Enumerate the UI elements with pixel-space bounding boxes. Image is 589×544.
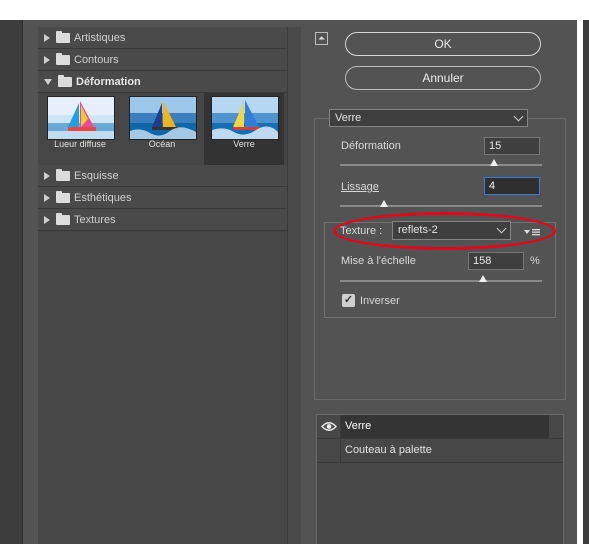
collapse-up-icon: ⏶ [317, 33, 326, 43]
echelle-slider-track[interactable] [340, 280, 542, 282]
echelle-label: Mise à l'échelle [341, 255, 416, 267]
folder-icon [56, 212, 70, 225]
effect-layer-verre[interactable]: Verre [317, 415, 563, 439]
effect-layer-couteau[interactable]: Couteau à palette [317, 439, 563, 463]
inverser-label: Inverser [360, 295, 400, 307]
echelle-input[interactable]: 158 [468, 252, 524, 270]
category-label: Textures [74, 213, 116, 226]
thumb-caption: Océan [148, 139, 176, 149]
category-artistiques[interactable]: Artistiques [38, 27, 287, 49]
highlight-annotation [333, 212, 556, 250]
window-edge-shadow [583, 20, 589, 544]
category-textures[interactable]: Textures [38, 209, 287, 231]
category-label: Contours [74, 53, 119, 66]
folder-icon [56, 30, 70, 43]
expand-triangle-icon[interactable] [44, 33, 50, 42]
filter-select-value: Verre [335, 112, 362, 124]
thumb-caption: Verre [233, 139, 255, 149]
preview-divider [22, 20, 23, 544]
category-esquisse[interactable]: Esquisse [38, 165, 287, 187]
thumb-caption: Lueur diffuse [54, 139, 106, 149]
visibility-toggle[interactable] [317, 439, 341, 462]
lissage-label: Lissage [341, 181, 379, 193]
category-deformation[interactable]: Déformation [38, 71, 287, 93]
visibility-toggle[interactable] [317, 415, 341, 438]
deformation-input[interactable]: 15 [484, 137, 540, 155]
effect-layers-list: Verre Couteau à palette [316, 414, 564, 544]
category-label: Déformation [76, 75, 141, 88]
category-contours[interactable]: Contours [38, 49, 287, 71]
echelle-slider-thumb[interactable] [479, 275, 488, 282]
inverser-checkbox[interactable]: ✓ [342, 294, 355, 307]
category-label: Esthétiques [74, 191, 132, 204]
category-esthetiques[interactable]: Esthétiques [38, 187, 287, 209]
collapse-triangle-icon[interactable] [44, 78, 52, 85]
title-bar [0, 0, 589, 20]
lissage-slider-thumb[interactable] [380, 200, 389, 207]
eye-icon [321, 422, 337, 431]
expand-triangle-icon[interactable] [44, 55, 50, 64]
cancel-button[interactable]: Annuler [345, 66, 541, 90]
lissage-slider-track[interactable] [340, 205, 542, 207]
collapse-gallery-button[interactable]: ⏶ [315, 32, 328, 45]
preview-area [0, 20, 22, 544]
deformation-label: Déformation [341, 140, 401, 152]
expand-triangle-icon[interactable] [44, 215, 50, 224]
category-label: Esquisse [74, 169, 119, 182]
thumbnail-image [47, 96, 115, 140]
folder-icon [56, 168, 70, 181]
percent-unit: % [530, 255, 540, 267]
folder-icon [56, 190, 70, 203]
filter-gallery: Artistiques Contours Déformation Lueur d… [38, 27, 287, 544]
layer-name: Couteau à palette [345, 444, 432, 456]
ok-button[interactable]: OK [345, 32, 541, 56]
layer-highlight [341, 415, 549, 438]
checkmark-icon: ✓ [343, 294, 354, 306]
category-label: Artistiques [74, 31, 126, 44]
deformation-slider-track[interactable] [340, 164, 542, 166]
expand-triangle-icon[interactable] [44, 193, 50, 202]
thumbnail-image [129, 96, 197, 140]
filter-select[interactable]: Verre [329, 109, 528, 127]
thumbnail-image [211, 96, 279, 140]
deformation-slider-thumb[interactable] [489, 159, 498, 166]
expand-triangle-icon[interactable] [44, 171, 50, 180]
folder-icon [56, 52, 70, 65]
layer-name: Verre [345, 420, 372, 432]
gallery-scrollbar[interactable] [287, 27, 301, 544]
lissage-input[interactable]: 4 [484, 177, 540, 195]
chevron-down-icon [513, 111, 524, 122]
folder-open-icon [58, 74, 72, 87]
